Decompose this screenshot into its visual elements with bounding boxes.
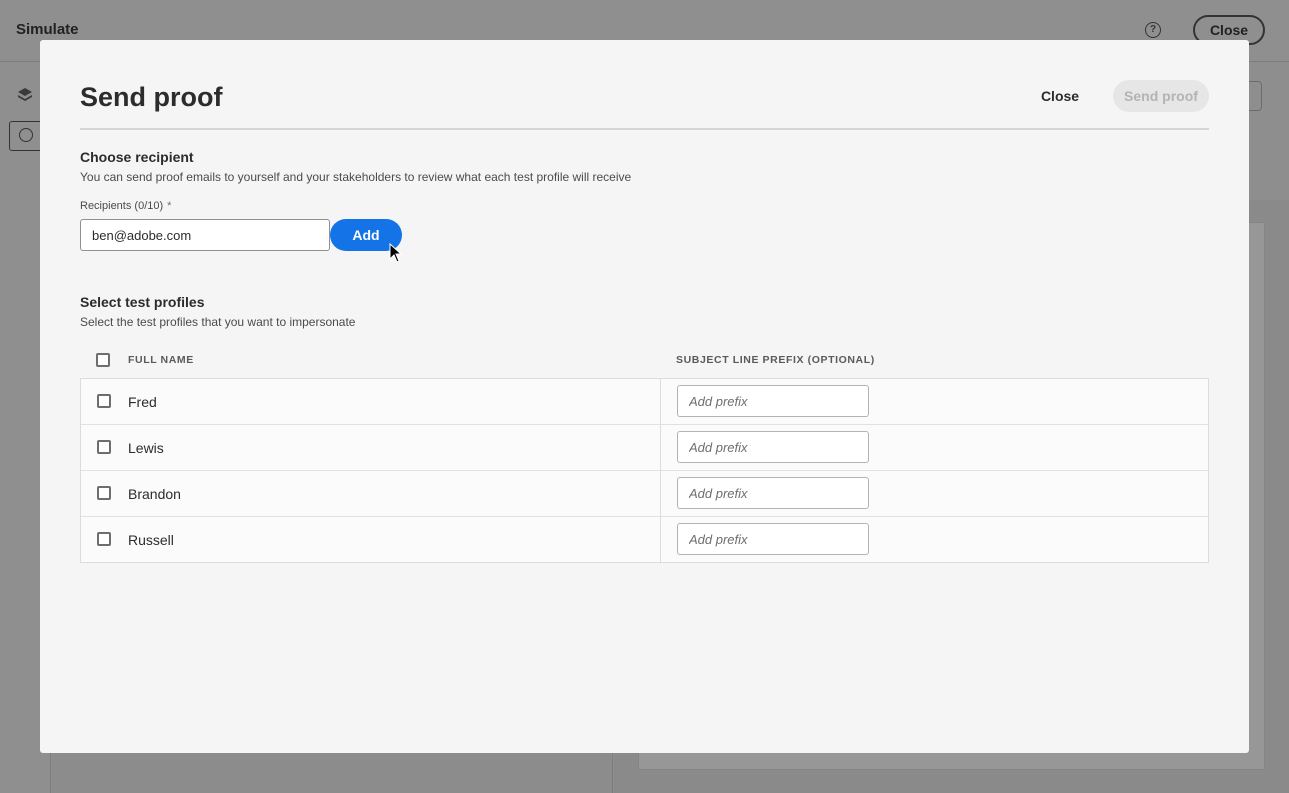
send-proof-dialog: Send proof Close Send proof Choose recip… [40,40,1249,753]
row-checkbox[interactable] [97,440,111,454]
choose-recipient-title: Choose recipient [80,149,194,165]
row-checkbox[interactable] [97,486,111,500]
help-circle-icon[interactable]: ? [1145,22,1161,38]
dialog-title: Send proof [80,82,223,112]
recipients-label-text: Recipients (0/10) [80,200,164,212]
header-divider [80,128,1209,130]
required-mark: * [167,200,172,212]
profile-name: Brandon [128,486,181,502]
table-row: Fred [81,379,1208,425]
column-divider [660,517,661,563]
table-row: Brandon [81,471,1208,517]
close-button[interactable]: Close [1025,80,1095,112]
select-profiles-description: Select the test profiles that you want t… [80,315,356,329]
app-title: Simulate [16,21,79,38]
mouse-cursor-icon [389,243,403,263]
recipient-email-input[interactable] [80,219,330,251]
select-profiles-title: Select test profiles [80,294,205,310]
profile-name: Lewis [128,440,164,456]
choose-recipient-description: You can send proof emails to yourself an… [80,170,632,184]
column-divider [660,471,661,516]
layers-icon[interactable] [17,87,33,103]
table-row: Lewis [81,425,1208,471]
subject-prefix-input[interactable] [677,431,869,463]
row-checkbox[interactable] [97,532,111,546]
send-proof-button[interactable]: Send proof [1113,80,1209,112]
column-divider [660,379,661,424]
profile-name: Russell [128,532,174,548]
profile-icon[interactable] [9,121,43,151]
column-header-full-name: FULL NAME [128,354,194,366]
select-all-checkbox[interactable] [96,353,110,367]
column-header-subject-prefix: SUBJECT LINE PREFIX (OPTIONAL) [676,354,875,366]
recipients-field-label: Recipients (0/10) * [80,200,171,212]
subject-prefix-input[interactable] [677,477,869,509]
subject-prefix-input[interactable] [677,385,869,417]
table-row: Russell [81,517,1208,563]
row-checkbox[interactable] [97,394,111,408]
subject-prefix-input[interactable] [677,523,869,555]
profile-name: Fred [128,394,157,410]
test-profiles-table: Fred Lewis Brandon Russell [80,378,1209,563]
column-divider [660,425,661,470]
